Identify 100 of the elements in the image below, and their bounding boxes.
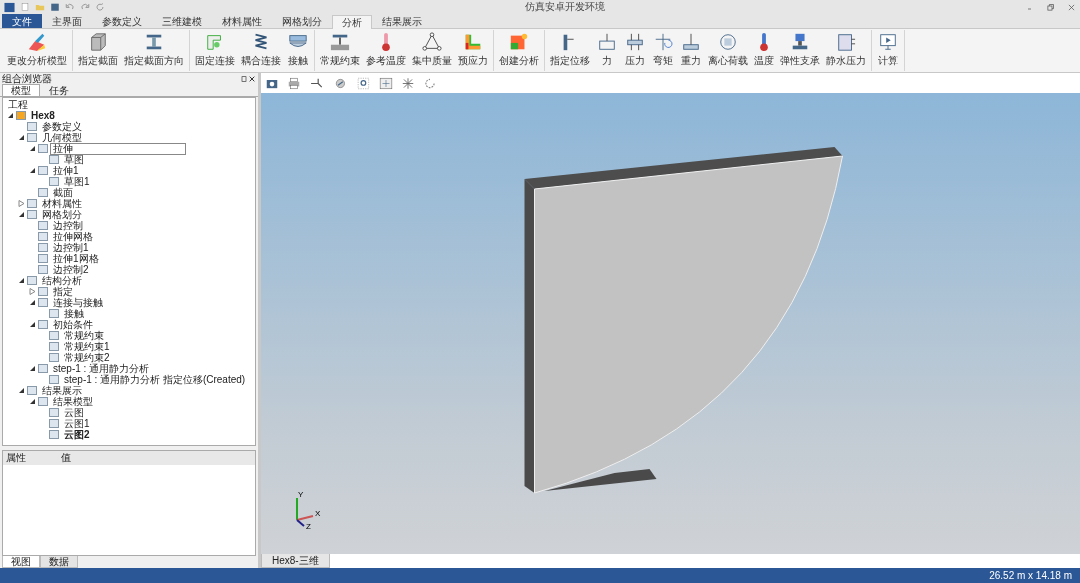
- panel-tab[interactable]: 模型: [2, 84, 40, 96]
- panel-title: 组合浏览器: [2, 71, 53, 86]
- ribbon-button[interactable]: 指定截面: [75, 30, 121, 71]
- water-tank-icon: [835, 32, 857, 52]
- node-icon: [27, 210, 37, 219]
- ribbon-button[interactable]: 压力: [621, 30, 649, 71]
- ribbon-button[interactable]: 离心荷载: [705, 30, 751, 71]
- colormap-icon: [508, 32, 530, 52]
- zoom-box-icon[interactable]: [357, 76, 371, 90]
- expanded-arrow-icon[interactable]: [29, 365, 36, 372]
- tree-item[interactable]: 参数定义: [39, 120, 85, 133]
- expanded-arrow-icon[interactable]: [18, 134, 25, 141]
- tree-item[interactable]: 结构分析: [39, 274, 85, 287]
- tree-item[interactable]: 几何模型: [39, 131, 85, 144]
- tree-item[interactable]: 云图2: [61, 428, 93, 441]
- panel-tab[interactable]: 任务: [40, 84, 78, 96]
- ribbon-tab[interactable]: 网格划分: [272, 14, 332, 28]
- expanded-arrow-icon[interactable]: [18, 211, 25, 218]
- expanded-arrow-icon[interactable]: [29, 145, 36, 152]
- tree-item[interactable]: Hex8: [28, 109, 58, 122]
- tree-item[interactable]: 常规约束1: [61, 340, 113, 353]
- view-tab[interactable]: Hex8-三维: [261, 554, 330, 568]
- tree-item[interactable]: 拉伸1网格: [50, 252, 102, 265]
- ribbon-button[interactable]: 参考温度: [363, 30, 409, 71]
- ribbon-tab[interactable]: 结果展示: [372, 14, 432, 28]
- panel-tab[interactable]: 数据: [40, 556, 78, 568]
- node-icon: [27, 276, 37, 285]
- node-icon: [49, 375, 59, 384]
- collapsed-arrow-icon[interactable]: [18, 200, 25, 207]
- ribbon-button[interactable]: 接触: [284, 30, 312, 71]
- node-icon: [49, 309, 59, 318]
- tree-item[interactable]: step-1 : 通用静力分析: [50, 362, 153, 375]
- tree-item[interactable]: 连接与接触: [50, 296, 106, 309]
- node-icon: [38, 243, 48, 252]
- ribbon-tab[interactable]: 三维建模: [152, 14, 212, 28]
- node-icon: [16, 111, 26, 120]
- tree-item[interactable]: 接触: [61, 307, 87, 320]
- expanded-arrow-icon[interactable]: [29, 299, 36, 306]
- fit-view-icon[interactable]: [379, 76, 393, 90]
- tree-item[interactable]: 结果模型: [50, 395, 96, 408]
- ribbon-button[interactable]: 常规约束: [317, 30, 363, 71]
- axis-icon[interactable]: [309, 76, 325, 90]
- panel-tab[interactable]: 视图: [2, 556, 40, 568]
- expanded-arrow-icon[interactable]: [29, 398, 36, 405]
- ribbon-tab[interactable]: 材料属性: [212, 14, 272, 28]
- close-icon[interactable]: [248, 74, 256, 83]
- save-icon[interactable]: [50, 2, 60, 12]
- tree-item[interactable]: 常规约束2: [61, 351, 113, 364]
- pin-icon[interactable]: [240, 74, 248, 83]
- ribbon-button[interactable]: 静水压力: [823, 30, 869, 71]
- tree-item[interactable]: 边控制2: [50, 263, 92, 276]
- ribbon-button[interactable]: 预应力: [455, 30, 491, 71]
- restore-icon[interactable]: [1046, 2, 1055, 12]
- printer-icon[interactable]: [287, 76, 301, 90]
- expanded-arrow-icon[interactable]: [7, 112, 14, 119]
- ribbon-button[interactable]: 更改分析模型: [4, 30, 70, 71]
- ribbon-button[interactable]: 计算: [874, 30, 902, 71]
- collapsed-arrow-icon[interactable]: [29, 288, 36, 295]
- expanded-arrow-icon[interactable]: [29, 167, 36, 174]
- window-title: 仿真安卓开发环境: [524, 0, 606, 14]
- ribbon-button[interactable]: 固定连接: [192, 30, 238, 71]
- tree-item[interactable]: 初始条件: [50, 318, 96, 331]
- tree-item[interactable]: 网格划分: [39, 208, 85, 221]
- node-icon: [38, 397, 48, 406]
- ribbon-button[interactable]: 耦合连接: [238, 30, 284, 71]
- ribbon-tab[interactable]: 分析: [332, 15, 372, 29]
- tree-item[interactable]: 草图: [61, 153, 87, 166]
- ribbon-tab[interactable]: 主界面: [42, 14, 92, 28]
- ribbon-button[interactable]: 指定截面方向: [121, 30, 187, 71]
- ribbon-button[interactable]: 指定位移: [547, 30, 593, 71]
- ribbon-button[interactable]: 弯矩: [649, 30, 677, 71]
- ribbon-button[interactable]: 温度: [751, 30, 777, 71]
- file-menu[interactable]: 文件: [2, 14, 42, 28]
- ribbon-button[interactable]: 集中质量: [409, 30, 455, 71]
- ribbon-button[interactable]: 弹性支承: [777, 30, 823, 71]
- ribbon-tab[interactable]: 参数定义: [92, 14, 152, 28]
- tree-item[interactable]: 草图1: [61, 175, 93, 188]
- tree-item[interactable]: 拉伸1: [50, 164, 82, 177]
- ribbon-button[interactable]: 力: [593, 30, 621, 71]
- expanded-arrow-icon[interactable]: [29, 321, 36, 328]
- ribbon-button[interactable]: 重力: [677, 30, 705, 71]
- tree-item[interactable]: 结果展示: [39, 384, 85, 397]
- tree-item[interactable]: 边控制: [50, 219, 86, 232]
- tree-root[interactable]: 工程: [5, 98, 31, 111]
- ribbon-button[interactable]: 创建分析: [496, 30, 542, 71]
- tree-item[interactable]: 拉伸: [50, 142, 186, 155]
- tree-item[interactable]: 云图: [61, 406, 87, 419]
- move-icon[interactable]: [401, 76, 415, 90]
- expanded-arrow-icon[interactable]: [18, 387, 25, 394]
- tree-item[interactable]: 截面: [50, 186, 76, 199]
- expanded-arrow-icon[interactable]: [18, 277, 25, 284]
- tree-item[interactable]: 拉伸网格: [50, 230, 96, 243]
- tree-item[interactable]: 云图1: [61, 417, 93, 430]
- rotation-icon: [717, 32, 739, 52]
- tree-item[interactable]: 常规约束: [61, 329, 107, 342]
- tree-item[interactable]: 指定: [50, 285, 76, 298]
- tree-item[interactable]: 边控制1: [50, 241, 92, 254]
- tree-item[interactable]: 材料属性: [39, 197, 85, 210]
- app-logo-icon: [4, 1, 15, 13]
- tree-item[interactable]: step-1 : 通用静力分析 指定位移(Created): [61, 373, 249, 386]
